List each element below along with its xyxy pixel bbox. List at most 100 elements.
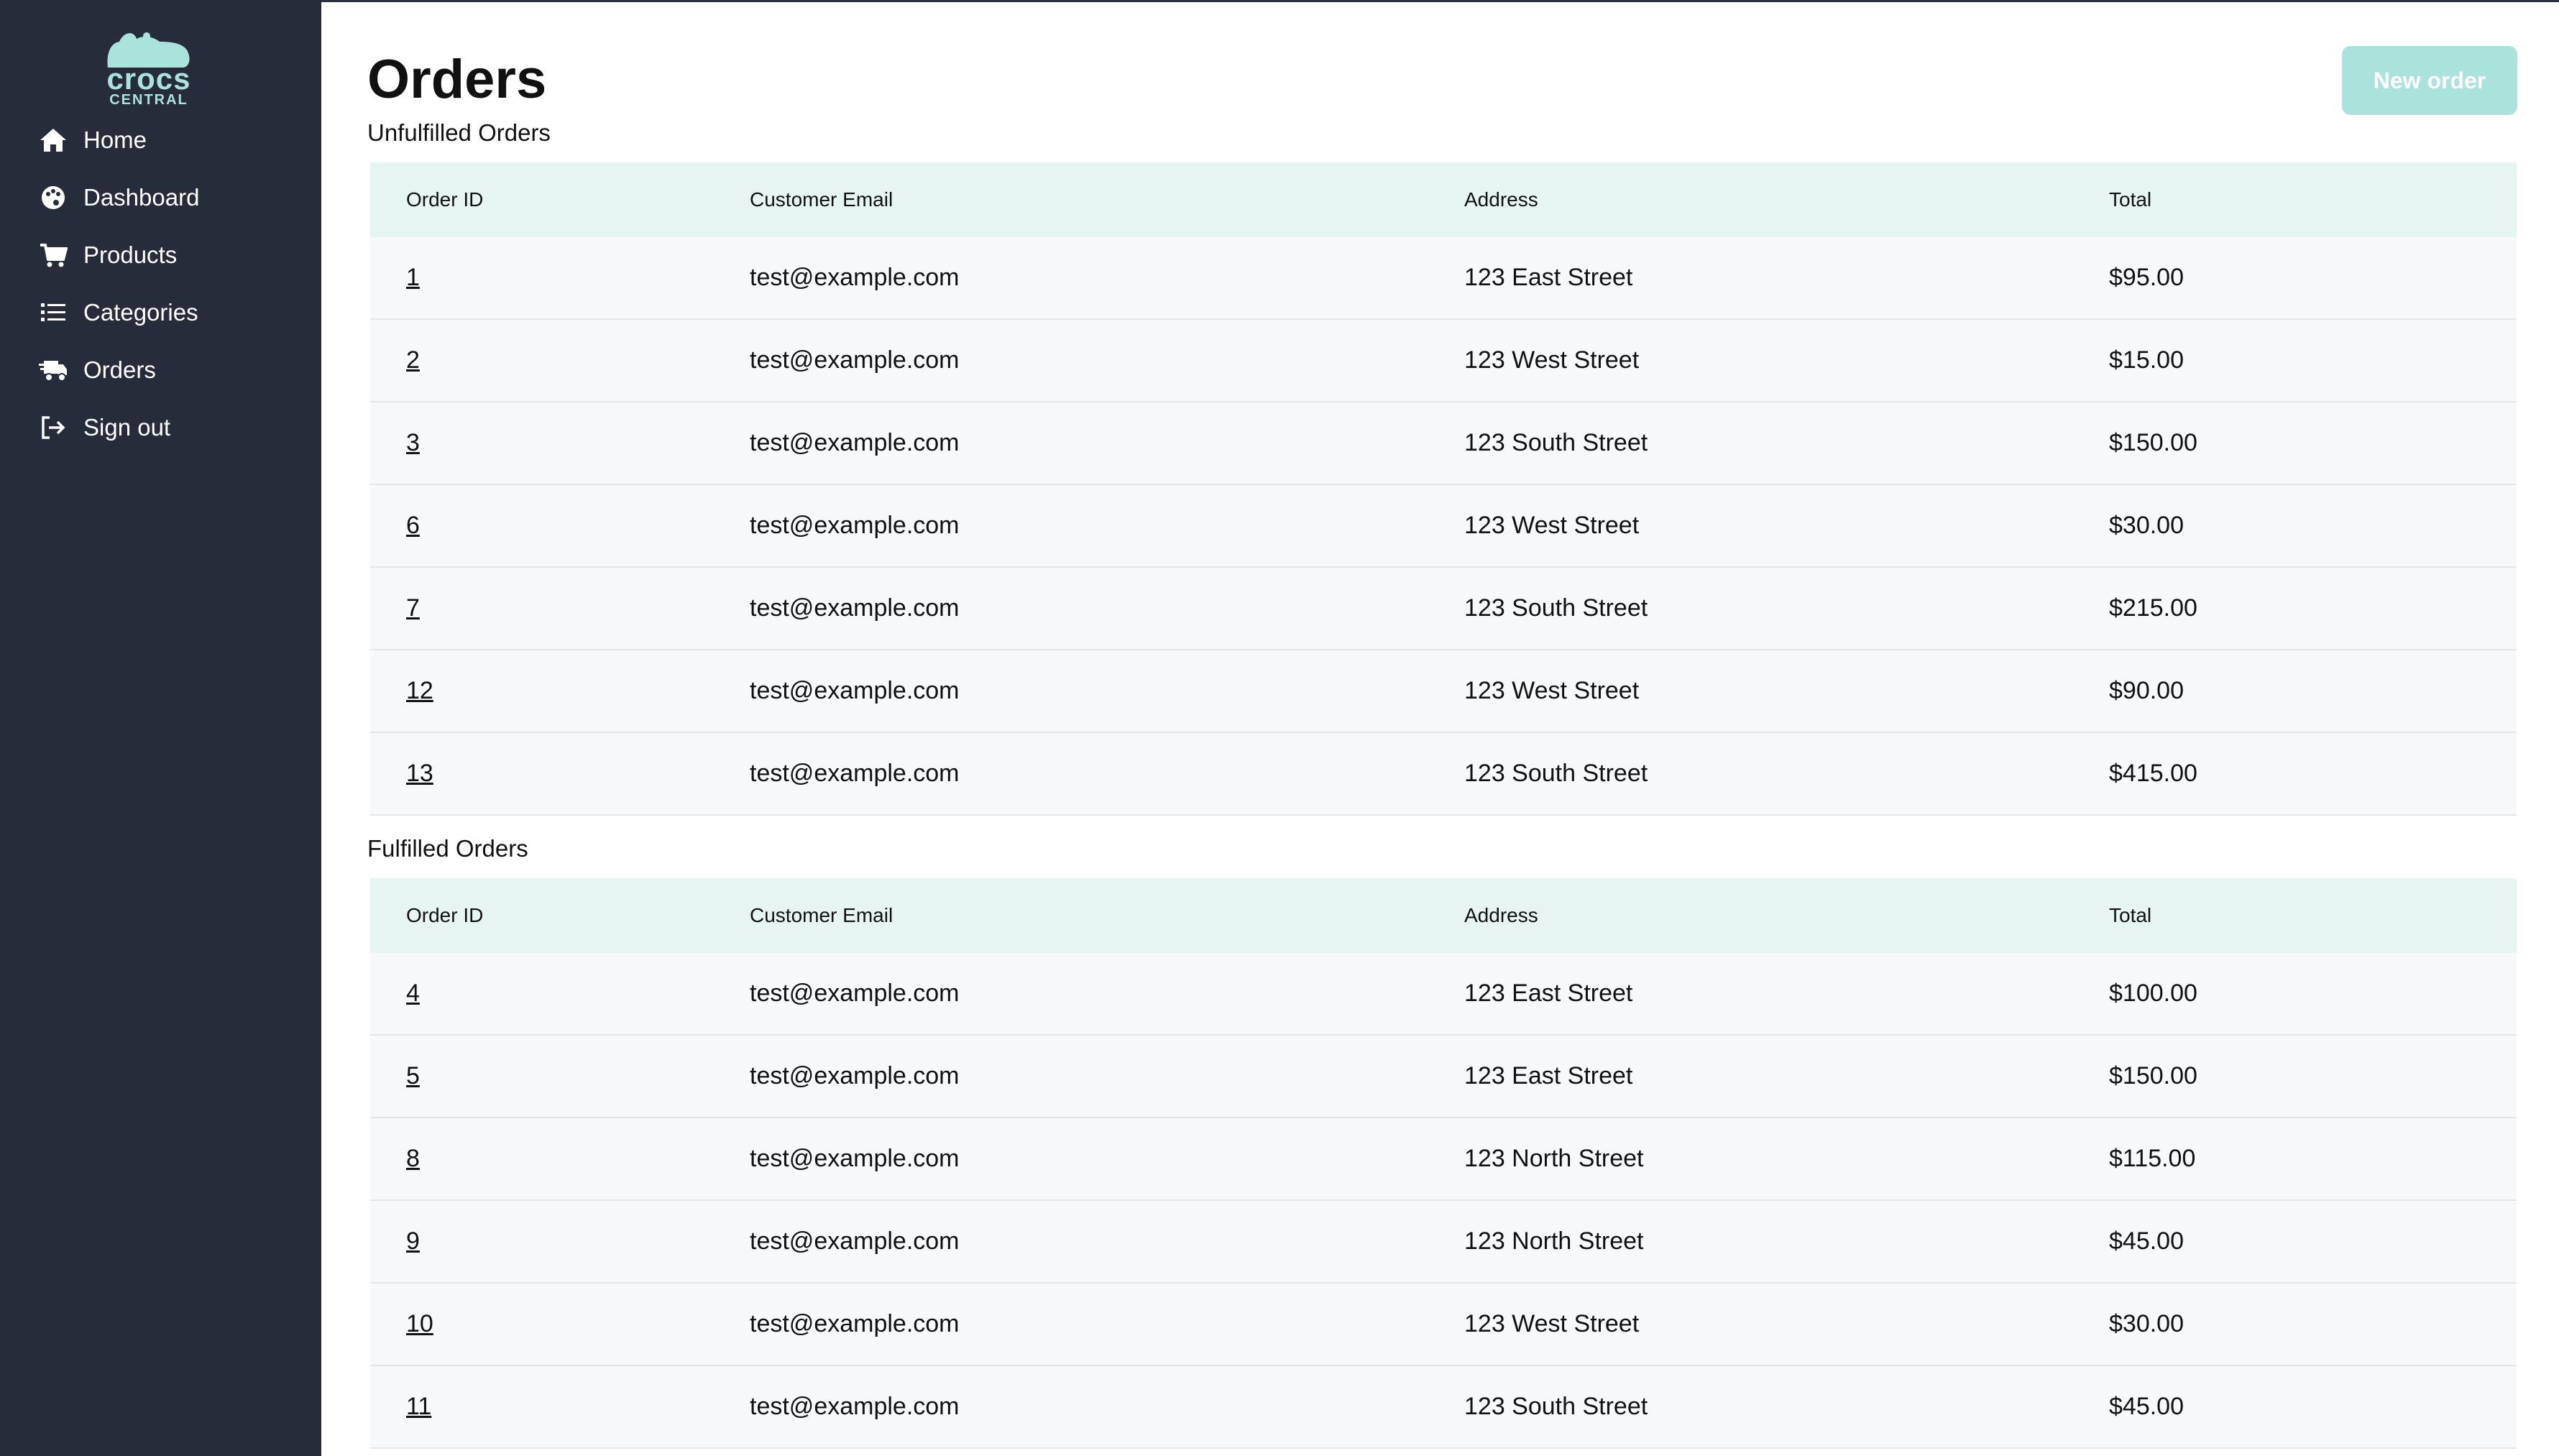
address: 123 North Street [1464, 1145, 1644, 1172]
column-header-customer-email: Customer Email [750, 188, 893, 211]
address: 123 West Street [1464, 346, 1640, 374]
home-icon [37, 124, 69, 156]
sidebar-item-sign-out[interactable]: Sign out [37, 402, 303, 453]
sign-out-icon [37, 412, 69, 443]
logo-subtext: CENTRAL [109, 92, 188, 108]
total: $215.00 [2109, 594, 2197, 622]
table-row[interactable]: 1 test@example.com 123 East Street $95.0… [370, 237, 2517, 320]
cart-icon [37, 239, 69, 271]
address: 123 East Street [1464, 1062, 1633, 1089]
total: $90.00 [2109, 677, 2184, 704]
table-row[interactable]: 3 test@example.com 123 South Street $150… [370, 402, 2517, 485]
customer-email: test@example.com [750, 980, 960, 1007]
customer-email: test@example.com [750, 1145, 960, 1172]
table-row[interactable]: 9 test@example.com 123 North Street $45.… [370, 1201, 2517, 1284]
address: 123 West Street [1464, 1310, 1640, 1337]
column-header-customer-email: Customer Email [750, 904, 893, 926]
total: $30.00 [2109, 1310, 2184, 1337]
unfulfilled-orders-label: Unfulfilled Orders [367, 119, 551, 146]
total: $415.00 [2109, 760, 2197, 787]
total: $15.00 [2109, 346, 2184, 374]
order-id-link[interactable]: 8 [406, 1145, 420, 1172]
sidebar-item-label: Dashboard [83, 184, 200, 211]
fulfilled-orders-label: Fulfilled Orders [367, 835, 528, 862]
order-id-link[interactable]: 2 [406, 346, 420, 374]
column-header-address: Address [1464, 904, 1538, 926]
logo-wordmark: crocs [106, 62, 191, 96]
column-header-total: Total [2109, 188, 2152, 211]
customer-email: test@example.com [750, 1310, 960, 1337]
main-content: Orders New order Unfulfilled Orders Orde… [321, 0, 2559, 1456]
address: 123 South Street [1464, 429, 1648, 456]
address: 123 East Street [1464, 980, 1633, 1007]
customer-email: test@example.com [750, 1062, 960, 1089]
table-row[interactable]: 12 test@example.com 123 West Street $90.… [370, 650, 2517, 733]
customer-email: test@example.com [750, 264, 960, 291]
total: $115.00 [2109, 1145, 2196, 1172]
table-row[interactable]: 6 test@example.com 123 West Street $30.0… [370, 485, 2517, 568]
column-header-total: Total [2109, 904, 2152, 926]
list-icon [37, 297, 69, 328]
order-id-link[interactable]: 4 [406, 980, 420, 1007]
sidebar-item-label: Sign out [83, 414, 171, 441]
customer-email: test@example.com [750, 677, 960, 704]
table-row[interactable]: 2 test@example.com 123 West Street $15.0… [370, 320, 2517, 402]
total: $95.00 [2109, 264, 2184, 291]
sidebar-item-categories[interactable]: Categories [37, 287, 303, 338]
new-order-button[interactable]: New order [2342, 46, 2517, 115]
sidebar-item-label: Categories [83, 299, 198, 326]
customer-email: test@example.com [750, 1227, 960, 1255]
order-id-link[interactable]: 11 [406, 1393, 431, 1420]
customer-email: test@example.com [750, 760, 960, 787]
sidebar-item-dashboard[interactable]: Dashboard [37, 172, 303, 223]
address: 123 West Street [1464, 512, 1640, 539]
table-row[interactable]: 11 test@example.com 123 South Street $45… [370, 1366, 2517, 1449]
total: $45.00 [2109, 1227, 2184, 1255]
order-id-link[interactable]: 10 [406, 1310, 433, 1337]
customer-email: test@example.com [750, 346, 960, 374]
sidebar-item-orders[interactable]: Orders [37, 345, 303, 395]
sidebar-item-home[interactable]: Home [37, 115, 303, 165]
table-row[interactable]: 7 test@example.com 123 South Street $215… [370, 568, 2517, 650]
sidebar: crocs CENTRAL Home Dashboard Products Ca… [0, 0, 321, 1456]
order-id-link[interactable]: 1 [406, 264, 420, 291]
fulfilled-orders-table: Order ID Customer Email Address Total 4 … [370, 878, 2517, 1449]
column-header-address: Address [1464, 188, 1538, 211]
address: 123 South Street [1464, 1393, 1648, 1420]
total: $45.00 [2109, 1393, 2184, 1420]
table-row[interactable]: 8 test@example.com 123 North Street $115… [370, 1118, 2517, 1201]
sidebar-item-label: Orders [83, 356, 156, 383]
table-row[interactable]: 5 test@example.com 123 East Street $150.… [370, 1036, 2517, 1118]
total: $150.00 [2109, 1062, 2197, 1089]
page-title: Orders [367, 49, 547, 110]
sidebar-item-label: Products [83, 241, 178, 268]
address: 123 East Street [1464, 264, 1633, 291]
order-id-link[interactable]: 7 [406, 594, 420, 622]
truck-icon [37, 354, 69, 386]
table-row[interactable]: 13 test@example.com 123 South Street $41… [370, 733, 2517, 816]
table-row[interactable]: 10 test@example.com 123 West Street $30.… [370, 1284, 2517, 1366]
unfulfilled-orders-table: Order ID Customer Email Address Total 1 … [370, 162, 2517, 816]
address: 123 West Street [1464, 677, 1640, 704]
table-header: Order ID Customer Email Address Total [370, 878, 2517, 953]
order-id-link[interactable]: 9 [406, 1227, 420, 1255]
order-id-link[interactable]: 13 [406, 760, 433, 787]
customer-email: test@example.com [750, 429, 960, 456]
palette-icon [37, 182, 69, 213]
crocs-central-logo[interactable]: crocs CENTRAL [102, 27, 196, 111]
total: $30.00 [2109, 512, 2184, 539]
sidebar-item-products[interactable]: Products [37, 230, 303, 280]
address: 123 South Street [1464, 760, 1648, 787]
order-id-link[interactable]: 3 [406, 429, 420, 456]
table-header: Order ID Customer Email Address Total [370, 162, 2517, 237]
customer-email: test@example.com [750, 512, 960, 539]
column-header-order-id: Order ID [406, 188, 484, 211]
order-id-link[interactable]: 12 [406, 677, 433, 704]
order-id-link[interactable]: 5 [406, 1062, 420, 1089]
customer-email: test@example.com [750, 594, 960, 622]
sidebar-item-label: Home [83, 126, 147, 153]
order-id-link[interactable]: 6 [406, 512, 420, 539]
total: $150.00 [2109, 429, 2197, 456]
address: 123 South Street [1464, 594, 1648, 622]
table-row[interactable]: 4 test@example.com 123 East Street $100.… [370, 953, 2517, 1036]
